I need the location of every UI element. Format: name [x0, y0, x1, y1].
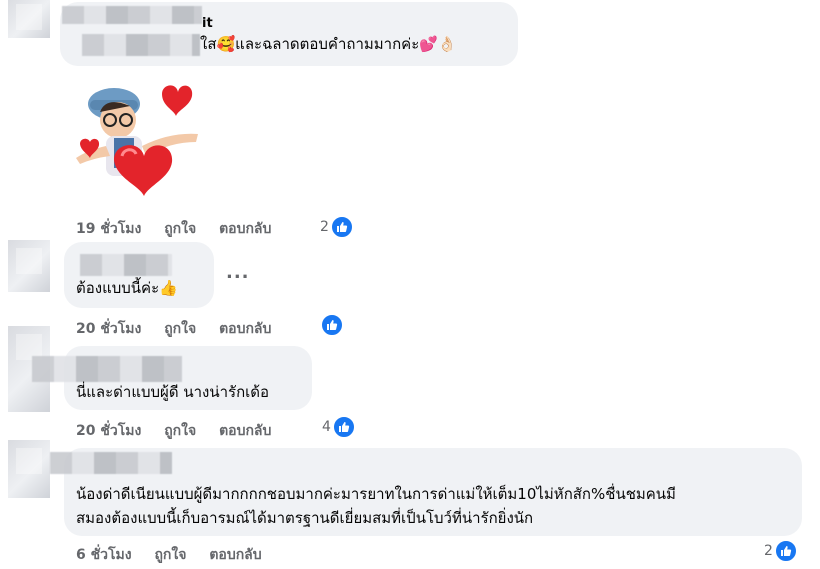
blurred-name [32, 356, 182, 382]
commenter-name[interactable]: it [202, 16, 213, 31]
reaction-summary[interactable] [321, 314, 343, 336]
avatar-heart-sticker[interactable] [70, 76, 210, 206]
comment-time[interactable]: 20 ชั่วโมง [76, 318, 141, 340]
like-thumb-icon [321, 314, 343, 336]
reply-link[interactable]: ตอบกลับ [219, 218, 271, 240]
like-link[interactable]: ถูกใจ [164, 218, 196, 240]
avatar[interactable] [8, 240, 50, 292]
comment-bubble: ต้องแบบนี้ค่ะ👍 [64, 242, 214, 308]
blurred-text [82, 34, 200, 56]
comment-text: นี่และด่าแบบผู้ดี นางน่ารักเด้อ [76, 383, 270, 401]
avatar[interactable] [8, 440, 50, 498]
reaction-count: 2 [320, 219, 329, 235]
comment-time[interactable]: 20 ชั่วโมง [76, 420, 141, 442]
comment-actions: 6 ชั่วโมง ถูกใจ ตอบกลับ [76, 544, 262, 566]
like-link[interactable]: ถูกใจ [154, 544, 186, 566]
comment-text-line-1: น้องด่าดีเนียนแบบผู้ดีมากกกกชอบมากค่ะมาร… [76, 485, 676, 503]
reply-link[interactable]: ตอบกลับ [219, 420, 271, 442]
like-thumb-icon [774, 540, 797, 562]
comment-text: ต้องแบบนี้ค่ะ👍 [76, 279, 178, 297]
comment-bubble: it ใส🥰และฉลาดตอบคำถามมากค่ะ💕👌🏻 [60, 2, 518, 66]
more-options-icon[interactable]: ... [226, 262, 250, 283]
like-link[interactable]: ถูกใจ [164, 420, 196, 442]
reaction-summary[interactable]: 4 [322, 416, 355, 438]
comment-time[interactable]: 19 ชั่วโมง [76, 218, 141, 240]
blurred-name [50, 452, 172, 474]
reply-link[interactable]: ตอบกลับ [209, 544, 261, 566]
reaction-summary[interactable]: 2 [320, 216, 353, 238]
reaction-count: 4 [322, 419, 331, 435]
like-link[interactable]: ถูกใจ [164, 318, 196, 340]
comment-time[interactable]: 6 ชั่วโมง [76, 544, 132, 566]
reply-link[interactable]: ตอบกลับ [219, 318, 271, 340]
comment-actions: 20 ชั่วโมง ถูกใจ ตอบกลับ [76, 420, 271, 442]
like-thumb-icon [332, 416, 355, 438]
comment-text: ใส🥰และฉลาดตอบคำถามมากค่ะ💕👌🏻 [200, 35, 457, 53]
blurred-name [62, 6, 202, 24]
reaction-summary[interactable]: 2 [764, 540, 797, 562]
like-thumb-icon [330, 216, 353, 238]
blurred-name [80, 254, 172, 276]
comment-actions: 19 ชั่วโมง ถูกใจ ตอบกลับ [76, 218, 271, 240]
reaction-count: 2 [764, 543, 773, 559]
comment-text-line-2: สมองต้องแบบนี้เก็บอารมณ์ได้มาตรฐานดีเยี่… [76, 509, 534, 527]
avatar[interactable] [8, 0, 50, 38]
comment-actions: 20 ชั่วโมง ถูกใจ ตอบกลับ [76, 318, 271, 340]
